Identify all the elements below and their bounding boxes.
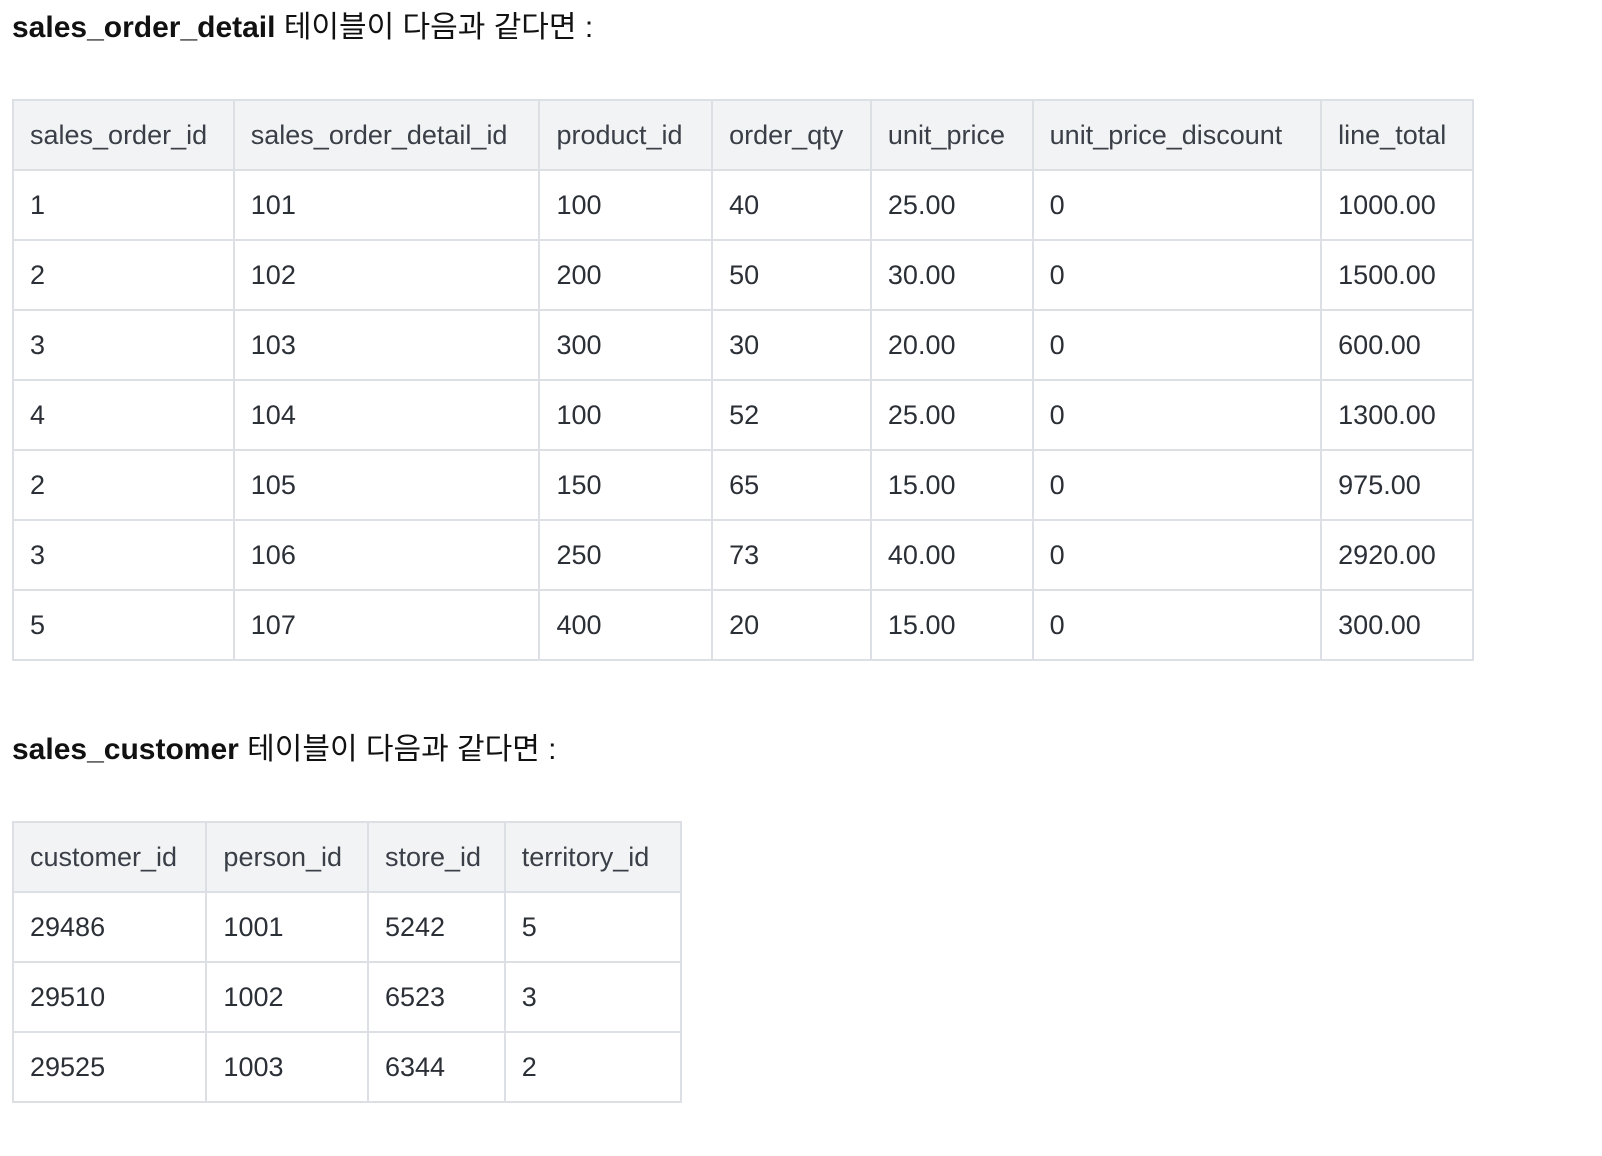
table-header-row: sales_order_id sales_order_detail_id pro… — [12, 99, 1474, 171]
table-cell: 250 — [538, 519, 714, 591]
table-cell: 2920.00 — [1320, 519, 1474, 591]
table-cell: 52 — [711, 379, 872, 451]
column-header: territory_id — [503, 821, 683, 893]
table-name: sales_customer — [12, 733, 239, 766]
table-cell: 5242 — [367, 891, 506, 963]
table-cell: 103 — [232, 309, 541, 381]
table-row: 1 101 100 40 25.00 0 1000.00 — [12, 169, 1474, 241]
table-cell: 65 — [711, 449, 872, 521]
heading-caption: 테이블이 다음과 같다면 : — [238, 733, 557, 766]
table-header-row: customer_id person_id store_id territory… — [11, 821, 683, 893]
column-header: unit_price_discount — [1031, 99, 1323, 171]
column-header: order_qty — [711, 99, 872, 171]
sales-customer-table: customer_id person_id store_id territory… — [11, 821, 683, 1103]
table-row: 4 104 100 52 25.00 0 1300.00 — [12, 379, 1474, 451]
table-cell: 975.00 — [1320, 449, 1474, 521]
table-cell: 3 — [12, 309, 235, 381]
table-cell: 600.00 — [1320, 309, 1474, 381]
table-cell: 104 — [232, 379, 541, 451]
sales-customer-heading: sales_customer 테이블이 다음과 같다면 : — [12, 730, 557, 770]
column-header: customer_id — [11, 821, 208, 893]
table-cell: 1 — [12, 169, 235, 241]
table-cell: 5 — [503, 891, 683, 963]
table-cell: 101 — [232, 169, 541, 241]
table-cell: 20 — [711, 589, 872, 661]
table-cell: 2 — [12, 239, 235, 311]
table-row: 3 106 250 73 40.00 0 2920.00 — [12, 519, 1474, 591]
column-header: unit_price — [869, 99, 1034, 171]
table-cell: 40 — [711, 169, 872, 241]
table-row: 29525 1003 6344 2 — [11, 1031, 683, 1103]
table-cell: 0 — [1031, 519, 1323, 591]
table-cell: 3 — [12, 519, 235, 591]
sales-order-detail-heading: sales_order_detail 테이블이 다음과 같다면 : — [12, 8, 593, 48]
column-header: sales_order_id — [12, 99, 235, 171]
table-cell: 25.00 — [869, 379, 1034, 451]
table-cell: 300 — [538, 309, 714, 381]
table-cell: 30 — [711, 309, 872, 381]
sales-order-detail-table: sales_order_id sales_order_detail_id pro… — [12, 99, 1474, 661]
table-cell: 150 — [538, 449, 714, 521]
column-header: line_total — [1320, 99, 1474, 171]
table-cell: 1001 — [205, 891, 369, 963]
table-cell: 400 — [538, 589, 714, 661]
column-header: person_id — [205, 821, 369, 893]
table-cell: 15.00 — [869, 589, 1034, 661]
table-cell: 5 — [12, 589, 235, 661]
table-cell: 20.00 — [869, 309, 1034, 381]
table-row: 29510 1002 6523 3 — [11, 961, 683, 1033]
table-cell: 1500.00 — [1320, 239, 1474, 311]
table-cell: 105 — [232, 449, 541, 521]
table-cell: 29486 — [11, 891, 208, 963]
table-row: 2 102 200 50 30.00 0 1500.00 — [12, 239, 1474, 311]
table-cell: 1000.00 — [1320, 169, 1474, 241]
table-cell: 107 — [232, 589, 541, 661]
table-cell: 2 — [503, 1031, 683, 1103]
table-cell: 29510 — [11, 961, 208, 1033]
table-cell: 4 — [12, 379, 235, 451]
table-cell: 1300.00 — [1320, 379, 1474, 451]
table-name: sales_order_detail — [12, 11, 276, 44]
table-cell: 2 — [12, 449, 235, 521]
column-header: product_id — [538, 99, 714, 171]
table-cell: 0 — [1031, 239, 1323, 311]
table-cell: 300.00 — [1320, 589, 1474, 661]
table-cell: 30.00 — [869, 239, 1034, 311]
table-cell: 200 — [538, 239, 714, 311]
heading-caption: 테이블이 다음과 같다면 : — [275, 11, 594, 44]
column-header: sales_order_detail_id — [232, 99, 541, 171]
table-cell: 6344 — [367, 1031, 506, 1103]
table-cell: 6523 — [367, 961, 506, 1033]
table-cell: 0 — [1031, 379, 1323, 451]
table-cell: 3 — [503, 961, 683, 1033]
table-row: 2 105 150 65 15.00 0 975.00 — [12, 449, 1474, 521]
table-cell: 0 — [1031, 449, 1323, 521]
table-cell: 40.00 — [869, 519, 1034, 591]
table-cell: 100 — [538, 169, 714, 241]
column-header: store_id — [367, 821, 506, 893]
table-cell: 15.00 — [869, 449, 1034, 521]
table-cell: 0 — [1031, 589, 1323, 661]
table-cell: 102 — [232, 239, 541, 311]
table-cell: 50 — [711, 239, 872, 311]
table-cell: 1003 — [205, 1031, 369, 1103]
table-cell: 1002 — [205, 961, 369, 1033]
table-cell: 29525 — [11, 1031, 208, 1103]
table-cell: 0 — [1031, 309, 1323, 381]
table-cell: 0 — [1031, 169, 1323, 241]
table-row: 29486 1001 5242 5 — [11, 891, 683, 963]
table-cell: 73 — [711, 519, 872, 591]
table-row: 3 103 300 30 20.00 0 600.00 — [12, 309, 1474, 381]
table-cell: 106 — [232, 519, 541, 591]
table-row: 5 107 400 20 15.00 0 300.00 — [12, 589, 1474, 661]
table-cell: 25.00 — [869, 169, 1034, 241]
table-cell: 100 — [538, 379, 714, 451]
